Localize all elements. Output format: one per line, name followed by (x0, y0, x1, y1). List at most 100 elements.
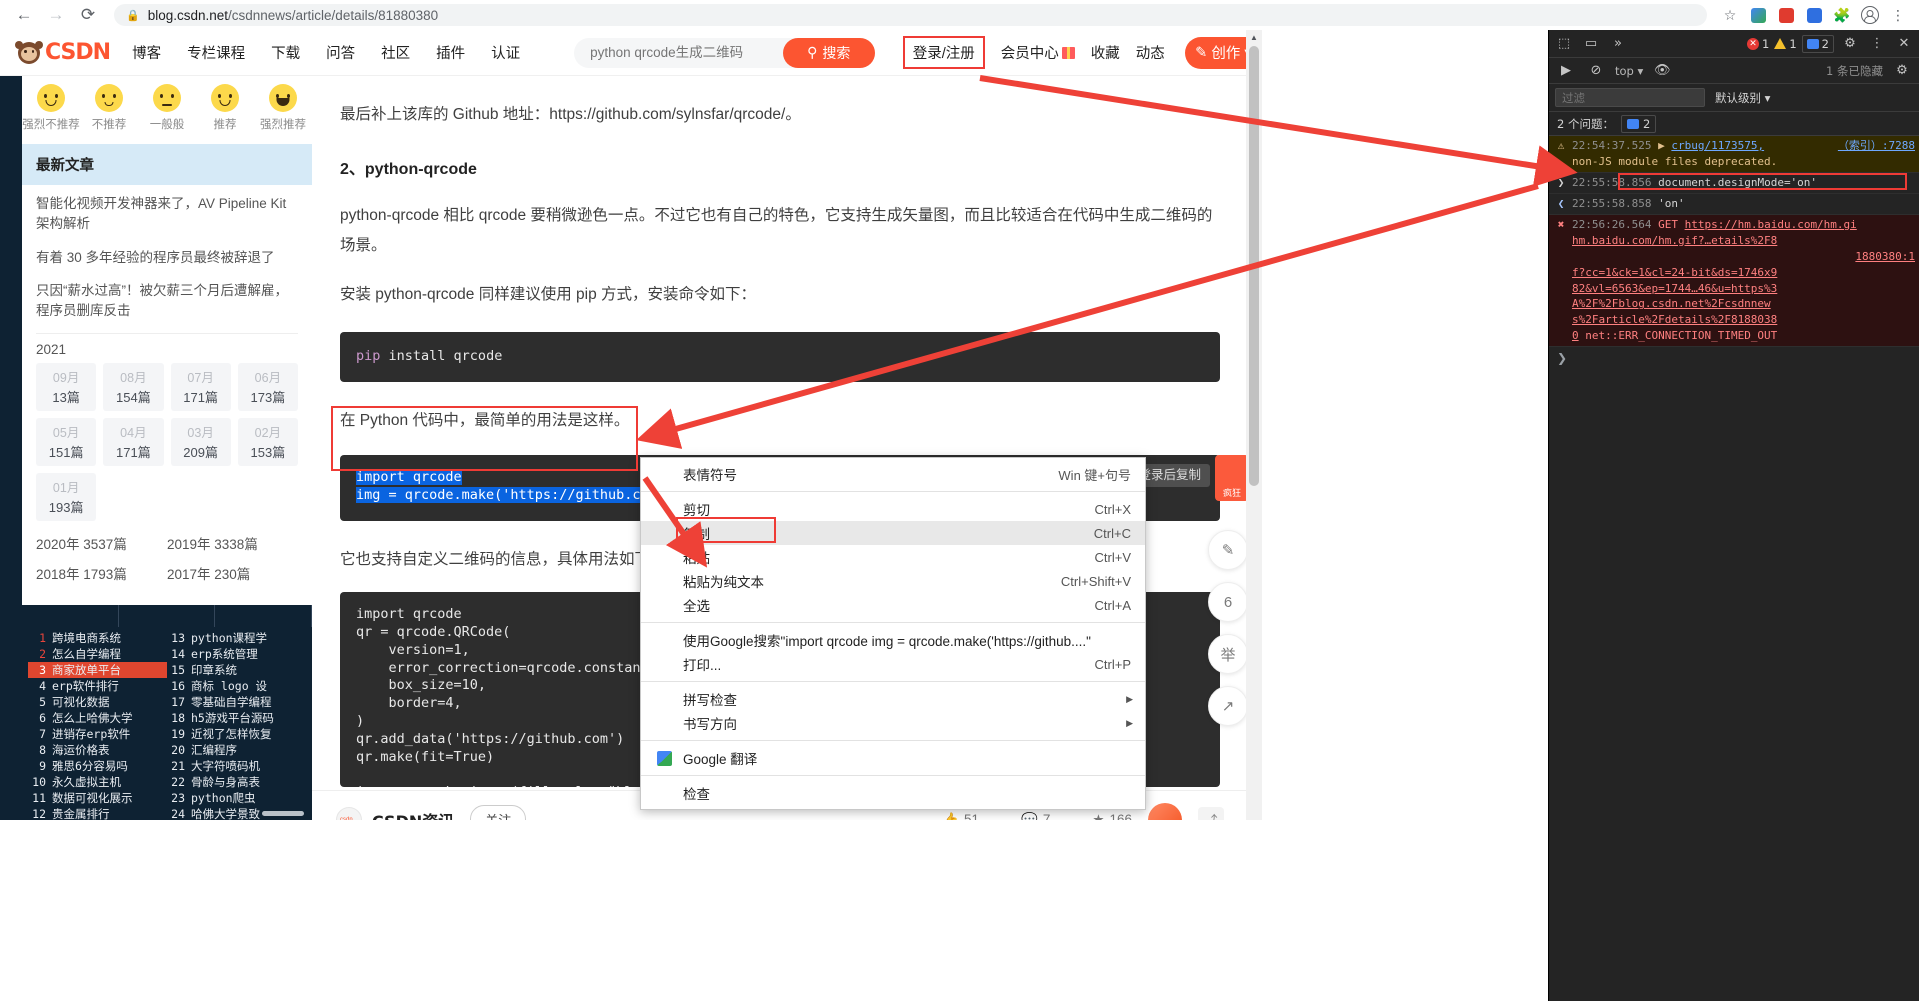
console-log-row-0[interactable]: ⚠ 22:54:37.525 ▶ crbug/1173575, （索引）:7288 n… (1549, 136, 1919, 173)
context-menu-item-2[interactable]: 复制 Ctrl+C (641, 517, 1145, 545)
gift-promo-widget[interactable]: 疯狂 (1215, 455, 1249, 501)
context-menu-item-7[interactable]: 打印... Ctrl+P (641, 652, 1145, 676)
widget-vote-icon[interactable]: 举 (1208, 634, 1248, 674)
page-scrollbar-thumb[interactable] (1249, 46, 1259, 486)
star-stat[interactable]: ★ 166 (1092, 812, 1132, 821)
error-badge[interactable]: ✕ 1 (1747, 37, 1769, 51)
nav-item-5[interactable]: 插件 (436, 42, 465, 63)
hot-list-item-8[interactable]: 8 海运价格表 (28, 742, 167, 758)
console-settings-icon[interactable]: ⚙ (1891, 60, 1913, 82)
favorites-link[interactable]: 收藏 (1091, 42, 1120, 63)
login-register-button[interactable]: 登录/注册 (902, 36, 985, 69)
hot-list-item-21[interactable]: 21 大字符喷码机 (167, 758, 306, 774)
comment-stat[interactable]: 💬 7 (1021, 812, 1050, 821)
translate-icon[interactable] (1745, 2, 1771, 28)
message-badge[interactable]: 2 (1801, 34, 1834, 53)
context-menu-item-11[interactable]: 检查 (641, 781, 1145, 805)
devtools-settings-icon[interactable]: ⚙ (1839, 33, 1861, 55)
hot-list-item-10[interactable]: 10 永久虚拟主机 (28, 774, 167, 790)
nav-item-4[interactable]: 社区 (381, 42, 410, 63)
context-menu-item-6[interactable]: 使用Google搜索"import qrcode img = qrcode.ma… (641, 628, 1145, 652)
nav-item-2[interactable]: 下载 (271, 42, 300, 63)
hot-list-item-4[interactable]: 4 erp软件排行 (28, 678, 167, 694)
month-cell-4[interactable]: 05月 151篇 (36, 418, 97, 467)
hot-list-item-2[interactable]: 2 怎么自学编程 (28, 646, 167, 662)
hot-list-item-6[interactable]: 6 怎么上哈佛大学 (28, 710, 167, 726)
hot-list-item-13[interactable]: 13 python课程学 (167, 630, 306, 646)
dynamic-link[interactable]: 动态 (1136, 42, 1165, 63)
hot-tab-2[interactable] (215, 605, 312, 627)
extension-icon-blue[interactable] (1801, 2, 1827, 28)
issues-bar[interactable]: 2 个问题： 2 (1549, 112, 1919, 136)
month-cell-5[interactable]: 04月 171篇 (103, 418, 164, 467)
latest-article-0[interactable]: 智能化视频开发神器来了，AV Pipeline Kit 架构解析 (22, 185, 312, 239)
year-link-2018[interactable]: 2018年 1793篇 (36, 563, 167, 583)
chrome-menu-icon[interactable]: ⋮ (1885, 2, 1911, 28)
follow-button[interactable]: 关注 (470, 805, 527, 820)
hot-list-item-15[interactable]: 15 印章系统 (167, 662, 306, 678)
share-button[interactable]: ⤴ (1198, 806, 1224, 820)
hot-list-item-16[interactable]: 16 商标 logo 设 (167, 678, 306, 694)
year-link-2020[interactable]: 2020年 3537篇 (36, 533, 167, 553)
widget-write-icon[interactable]: ✎ (1208, 530, 1248, 570)
devtools-kebab-icon[interactable]: ⋮ (1866, 33, 1888, 55)
context-menu-item-1[interactable]: 剪切 Ctrl+X (641, 497, 1145, 521)
like-stat[interactable]: 👍 51 (942, 812, 979, 821)
nav-item-3[interactable]: 问答 (326, 42, 355, 63)
month-cell-1[interactable]: 08月 154篇 (103, 363, 164, 412)
hot-list-item-18[interactable]: 18 h5游戏平台源码 (167, 710, 306, 726)
console-filter-input[interactable] (1555, 88, 1705, 107)
member-center-link[interactable]: 会员中心 (1001, 42, 1075, 63)
execution-context-icon[interactable]: ▶ (1555, 60, 1577, 82)
year-link-2019[interactable]: 2019年 3338篇 (167, 533, 298, 553)
live-expression-eye-icon[interactable]: 👁 (1651, 60, 1673, 82)
search-button[interactable]: ⚲ 搜索 (782, 37, 875, 68)
hot-tab-1[interactable] (119, 605, 216, 627)
hot-list-scrollbar[interactable] (262, 811, 304, 816)
rating-option-1[interactable]: 不推荐 (83, 84, 135, 132)
bookmark-star-icon[interactable]: ☆ (1717, 2, 1743, 28)
month-cell-2[interactable]: 07月 171篇 (170, 363, 231, 412)
log-level-selector[interactable]: 默认级别 ▾ (1715, 90, 1770, 106)
month-cell-0[interactable]: 09月 13篇 (36, 363, 97, 412)
address-bar[interactable]: 🔒 blog.csdn.net/csdnnews/article/details… (114, 4, 1707, 26)
hot-list-item-9[interactable]: 9 雅思6分容易吗 (28, 758, 167, 774)
month-cell-8[interactable]: 01月 193篇 (36, 473, 97, 522)
month-cell-3[interactable]: 06月 173篇 (237, 363, 298, 412)
hot-list-item-3[interactable]: 3 商家放单平台 (28, 662, 167, 678)
csdn-logo[interactable]: CSDN (15, 40, 111, 65)
console-log-row-2[interactable]: ❮ 22:55:58.858 'on' (1549, 193, 1919, 215)
nav-item-0[interactable]: 博客 (132, 42, 161, 63)
search-box[interactable]: ⚲ 搜索 (574, 37, 875, 68)
month-cell-7[interactable]: 02月 153篇 (237, 418, 298, 467)
hot-list-item-14[interactable]: 14 erp系统管理 (167, 646, 306, 662)
context-menu-item-3[interactable]: 粘贴 Ctrl+V (641, 545, 1145, 569)
device-toolbar-icon[interactable]: ▭ (1580, 33, 1602, 55)
inspect-element-icon[interactable]: ⬚ (1553, 33, 1575, 55)
hot-list-item-17[interactable]: 17 零基础自学编程 (167, 694, 306, 710)
context-menu-item-8[interactable]: 拼写检查 ▶ (641, 687, 1145, 711)
reload-button[interactable]: ⟳ (72, 0, 104, 30)
warning-badge[interactable]: 1 (1774, 37, 1797, 51)
extensions-puzzle-icon[interactable]: 🧩 (1829, 2, 1855, 28)
clear-console-icon[interactable]: ⊘ (1585, 60, 1607, 82)
forward-button[interactable]: → (40, 0, 72, 30)
context-menu-item-5[interactable]: 全选 Ctrl+A (641, 593, 1145, 617)
hot-list-item-19[interactable]: 19 近视了怎样恢复 (167, 726, 306, 742)
latest-article-1[interactable]: 有着 30 多年经验的程序员最终被辞退了 (22, 239, 312, 272)
hot-list-item-7[interactable]: 7 进销存erp软件 (28, 726, 167, 742)
author-avatar[interactable] (336, 806, 362, 820)
page-scrollbar[interactable]: ▲ (1246, 30, 1262, 820)
more-tabs-icon[interactable]: » (1607, 33, 1629, 55)
hot-list-item-23[interactable]: 23 python爬虫 (167, 790, 306, 806)
context-menu-item-0[interactable]: 表情符号 Win 键+句号 (641, 462, 1145, 486)
hot-list-item-11[interactable]: 11 数据可视化展示 (28, 790, 167, 806)
context-menu-item-4[interactable]: 粘贴为纯文本 Ctrl+Shift+V (641, 569, 1145, 593)
year-link-2017[interactable]: 2017年 230篇 (167, 563, 298, 583)
month-cell-6[interactable]: 03月 209篇 (170, 418, 231, 467)
code-block-install[interactable]: pip install qrcode (340, 331, 1220, 382)
issues-count-badge[interactable]: 2 (1620, 114, 1657, 133)
scroll-up-arrow[interactable]: ▲ (1246, 30, 1262, 44)
nav-item-6[interactable]: 认证 (491, 42, 520, 63)
context-menu-item-9[interactable]: 书写方向 ▶ (641, 711, 1145, 735)
